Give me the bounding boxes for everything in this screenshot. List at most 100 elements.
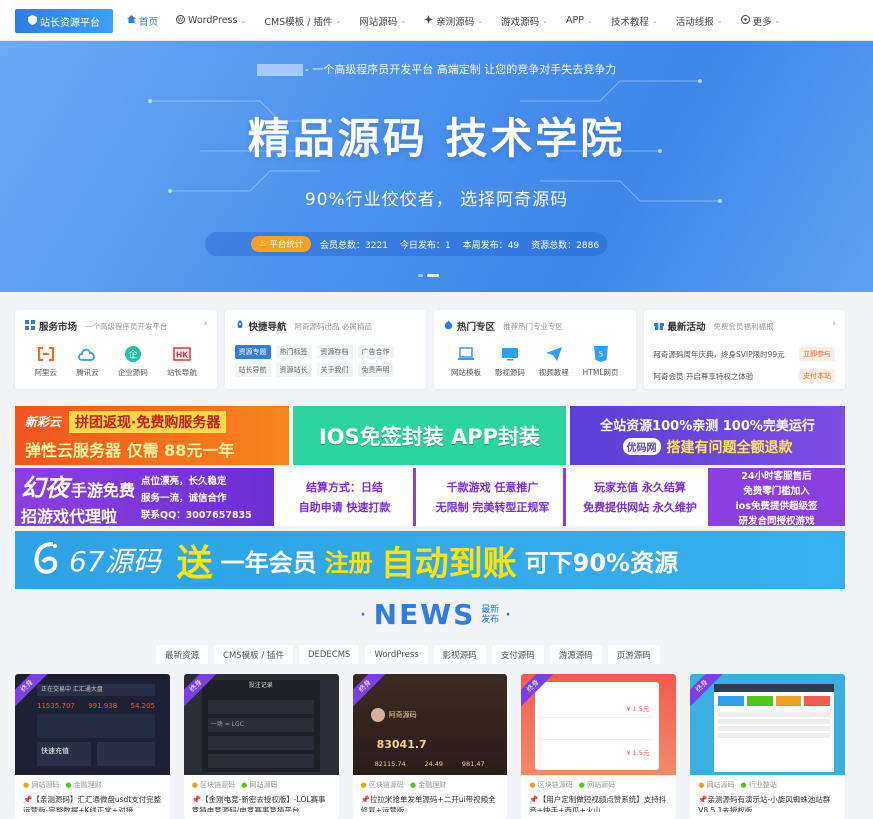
post-grid: 正在交易中 汇汇通大盘 11535.707 991.938 54.205 快速充值 … xyxy=(15,674,845,819)
ad-headline: IOS免签封装 APP封装 xyxy=(318,424,541,449)
post-category[interactable]: 金融理财 xyxy=(74,781,102,789)
menu-item-cms[interactable]: CMS模板 / 插件 ⌄ xyxy=(255,14,350,28)
post-card[interactable]: 阿奇源码 83041.7 82115.74 24.49 981.47 终身 ● 区块… xyxy=(352,674,508,819)
dot-decoration: · xyxy=(360,606,368,623)
post-category[interactable]: 行业整站 xyxy=(749,781,777,789)
ad-youma[interactable]: 全站资源100%亲测 100%完美运行 优码网 搭建有问题全额退款 xyxy=(570,406,845,465)
tag-ads[interactable]: 广告合作 xyxy=(357,345,394,359)
ad-line: 免费零门槛加入 xyxy=(743,485,810,497)
post-category[interactable]: 网站源码 xyxy=(31,781,59,789)
chevron-right-icon[interactable]: › xyxy=(832,319,836,329)
card-subtitle: 阿奇源码出品 必属精品 xyxy=(294,321,372,331)
tag-about[interactable]: 关于我们 xyxy=(316,363,353,377)
chevron-right-icon[interactable]: › xyxy=(204,319,208,329)
link-site-nav[interactable]: HK 站长导航 xyxy=(167,345,197,378)
tab-dedecms[interactable]: DEDECMS xyxy=(298,645,360,664)
ad-line: 自助申请 快速打款 xyxy=(298,501,391,514)
post-title[interactable]: 📌亲测源码有演示站-小旋风蜘蛛池站群V8.5.1去授权版 xyxy=(690,790,845,812)
carousel-dot-active[interactable] xyxy=(427,274,439,277)
menu-item-site-source[interactable]: 网站源码 ⌄ xyxy=(350,14,415,28)
thumb-text: 54.205 xyxy=(130,702,156,710)
tag-hot[interactable]: 热门标签 xyxy=(275,345,312,359)
tag-archive[interactable]: 资源存档 xyxy=(316,345,353,359)
post-category[interactable]: 网站源码 xyxy=(587,781,615,789)
gift-icon xyxy=(653,320,664,333)
menu-item-home[interactable]: 首页 xyxy=(118,14,167,28)
ad-brand: 67源码 xyxy=(69,545,161,578)
link-tencent-cloud[interactable]: 腾讯云 xyxy=(76,345,99,378)
ad-game-promo[interactable]: 结算方式：日结 自助申请 快速打款 千款游戏 任意推广 无限制 完美转型正规军 … xyxy=(276,468,845,526)
post-category[interactable]: 区块链源码 xyxy=(538,781,573,789)
tab-latest[interactable]: 最新资源 xyxy=(156,645,209,664)
ad-word: 一年会员 xyxy=(220,548,317,577)
post-title[interactable]: 📌拉拉米抢单发单源码+二开ui带视频全修复+运营版 xyxy=(353,790,508,812)
thumb-text: 83041.7 xyxy=(376,738,427,751)
post-title[interactable]: 📌【用户定制做短视频点赞系统】支持抖音+快手+西瓜+火山 xyxy=(521,790,676,812)
post-category[interactable]: 金融理财 xyxy=(418,781,446,789)
post-category[interactable]: 网站源码 xyxy=(249,781,277,789)
ad-cloud-server[interactable]: 新彩云 拼团返现·免费购服务器 弹性云服务器 仅需 88元一年 xyxy=(15,406,289,465)
pay-button[interactable]: 支付本站 xyxy=(799,369,835,383)
card-subtitle: 一个高级程序员开发平台 xyxy=(85,321,168,331)
tab-cms[interactable]: CMS模板 / 插件 xyxy=(214,645,293,664)
tab-game-source[interactable]: 游源源码 xyxy=(549,645,602,664)
post-title[interactable]: 📌【金刚电竞-新密去授权版】-LOL赛事竞猜电竞源码/电竞赛事竞猜平台 xyxy=(184,790,339,812)
ad-headline: 手游免费 xyxy=(71,480,136,500)
enterprise-icon: 企 xyxy=(123,345,143,363)
post-category[interactable]: 区块链源码 xyxy=(369,781,404,789)
post-thumbnail[interactable]: 阿奇源码 83041.7 82115.74 24.49 981.47 终身 xyxy=(352,674,508,775)
ad-ios-signing[interactable]: IOS免签封装 APP封装 xyxy=(293,406,566,465)
menu-item-wordpress[interactable]: W WordPress ⌄ xyxy=(167,14,255,27)
link-aliyun[interactable]: 阿里云 xyxy=(35,345,57,378)
site-logo[interactable]: 站长资源平台 xyxy=(15,9,113,33)
icon-label: HTML网页 xyxy=(582,368,619,377)
menu-item-more[interactable]: 更多 ⌄ xyxy=(732,14,790,28)
post-card[interactable]: 终身 ● 网站源码 ● 行业整站 📌亲测源码有演示站-小旋风蜘蛛池站群V8.5.1… xyxy=(690,674,845,819)
link-enterprise-source[interactable]: 企企业源码 xyxy=(118,345,148,378)
menu-item-tested-source[interactable]: 亲测源码 ⌄ xyxy=(415,14,492,28)
post-thumbnail[interactable]: 投注记录 一场 = LGC 终身 xyxy=(183,674,339,775)
card-title: 服务市场 xyxy=(39,322,78,333)
small-line: 最新 xyxy=(481,604,500,615)
menu-item-tutorials[interactable]: 技术教程 ⌄ xyxy=(602,14,667,28)
chevron-down-icon: ⌄ xyxy=(774,16,781,25)
ad-line: 免费提供网站 永久维护 xyxy=(583,501,697,514)
tag-webmaster[interactable]: 资源站长 xyxy=(275,363,312,377)
tag-site-nav[interactable]: 站长导航 xyxy=(234,363,271,377)
join-button[interactable]: 立即参与 xyxy=(799,347,835,361)
link-video-source[interactable]: 影视源码 xyxy=(495,345,525,378)
post-card[interactable]: 投注记录 一场 = LGC 终身 ● 区块链源码 ● 网站源码 📌【金刚电竞-新密… xyxy=(183,674,339,819)
post-card[interactable]: 正在交易中 汇汇通大盘 11535.707 991.938 54.205 快速充值 … xyxy=(15,674,170,819)
menu-item-game-source[interactable]: 游戏源码 ⌄ xyxy=(492,14,557,28)
tab-video[interactable]: 影视源码 xyxy=(433,645,486,664)
tab-webgame[interactable]: 页游源码 xyxy=(607,645,660,664)
tab-wordpress[interactable]: WordPress xyxy=(365,645,428,664)
post-thumbnail[interactable]: ¥ 1.5元 ¥ 1.5元 终身 xyxy=(521,674,677,775)
ad-headline: 拼团返现·免费购服务器 xyxy=(69,410,227,433)
tag-topics[interactable]: 资源专题 xyxy=(234,345,271,359)
carousel-dots[interactable] xyxy=(418,274,439,277)
post-meta: ● 区块链源码 ● 金融理财 xyxy=(360,781,447,789)
ad-67-source[interactable]: 67源码 送 一年会员 注册 自动到账 可下90%资源 xyxy=(15,531,845,589)
link-html-pages[interactable]: 5 HTML网页 xyxy=(583,345,619,378)
ad-huanye-game[interactable]: 幻夜 手游免费 招游戏代理啦 点位漂亮，长久稳定 服务一流，诚信合作 联系QQ：3… xyxy=(15,468,274,526)
menu-item-activities[interactable]: 活动线报 ⌄ xyxy=(667,14,732,28)
ad-line: 无限制 完美转型正规军 xyxy=(435,501,550,514)
carousel-dot[interactable] xyxy=(418,274,423,277)
menu-item-app[interactable]: APP ⌄ xyxy=(557,15,602,26)
post-thumbnail[interactable]: 正在交易中 汇汇通大盘 11535.707 991.938 54.205 快速充值 … xyxy=(15,674,170,775)
thumb-text: 991.938 xyxy=(88,702,118,710)
card-title: 热门专区 xyxy=(457,322,496,333)
link-site-templates[interactable]: 网站模板 xyxy=(451,345,481,378)
link-video-tutorials[interactable]: 视频教程 xyxy=(539,345,569,378)
thumb-text: 24.49 xyxy=(424,760,444,768)
post-category[interactable]: 区块链源码 xyxy=(200,781,235,789)
post-thumbnail[interactable]: 终身 xyxy=(690,674,845,775)
pill-text: 平台统计 xyxy=(269,240,304,250)
post-card[interactable]: ¥ 1.5元 ¥ 1.5元 终身 ● 区块链源码 ● 网站源码 📌【用户定制做短视… xyxy=(521,674,677,819)
feature-cards: 服务市场 一个高级程序员开发平台 › 阿里云 腾讯云 企企业源码 HK 站长导航 快… xyxy=(15,310,845,389)
tab-payment[interactable]: 支付源码 xyxy=(491,645,544,664)
post-title[interactable]: 📌【亲测源码】汇汇通微盘usdt支付完整运营版-完整数据+K线正常+对接 xyxy=(15,790,170,812)
post-category[interactable]: 网站源码 xyxy=(707,781,735,789)
tag-disclaimer[interactable]: 免责声明 xyxy=(357,363,394,377)
